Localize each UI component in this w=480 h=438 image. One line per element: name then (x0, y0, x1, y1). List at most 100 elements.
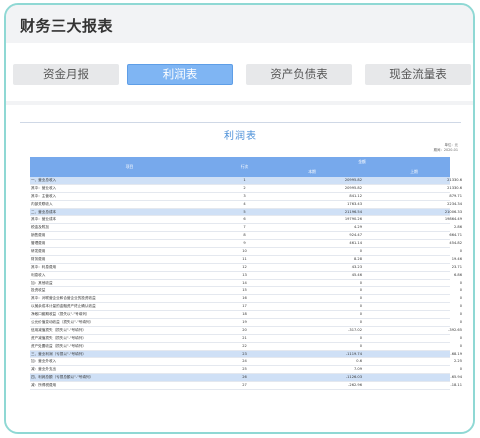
row-item-name: 投资收益 (31, 288, 46, 293)
row-item-name: 一、营业总收入 (31, 178, 57, 182)
row-item-name: 减：所得税费用 (31, 383, 57, 388)
table-row: 加：营业外收入 24 0.6 2.25 (30, 358, 462, 367)
title-bar: 财务三大报表 (6, 5, 473, 39)
tab-cash-flow[interactable]: 现金流量表 (365, 64, 471, 85)
table-row: 研发费用 10 0 0 (30, 248, 462, 256)
row-previous-amount: 2.86 (453, 225, 462, 230)
row-line-no: 5 (243, 209, 246, 214)
tab-balance-sheet[interactable]: 资产负债表 (246, 64, 352, 85)
row-previous-amount: 454.82 (449, 241, 462, 246)
table-row: 其中：营业成本 6 19790.26 19864.49 (30, 216, 462, 225)
row-current-amount: 19790.26 (344, 217, 362, 222)
row-line-no: 27 (242, 383, 247, 388)
row-line-no: 20 (242, 327, 247, 332)
header-previous: 上期 (410, 169, 418, 174)
row-line-no: 8 (243, 233, 246, 238)
row-line-no: 10 (242, 249, 247, 254)
row-item-name: 以摊余成本计量的金融资产终止确认收益 (31, 304, 96, 309)
row-current-amount: 0.6 (356, 359, 362, 364)
row-previous-amount: -392.65 (448, 327, 462, 332)
row-item-name: 利息收入 (31, 272, 46, 277)
row-item-name: 三、营业利润（亏损以"-"号填列） (31, 351, 86, 356)
report-tabs: 资金月报 利润表 资产负债表 现金流量表 (6, 43, 473, 101)
row-previous-amount: -68.19 (450, 351, 462, 356)
table-header: 项目 行次 金额 本期 上期 (30, 157, 450, 177)
row-previous-amount: 0 (459, 312, 462, 317)
row-item-name: 其中：主营收入 (31, 193, 57, 198)
report-title: 利润表 (224, 131, 257, 142)
row-line-no: 15 (242, 288, 247, 293)
table-row: 其中：营业收入 2 20995.82 21330.6 (30, 184, 462, 193)
tab-fund-monthly[interactable]: 资金月报 (13, 64, 119, 85)
row-line-no: 4 (243, 201, 246, 206)
row-current-amount: 7.09 (353, 367, 362, 372)
row-line-no: 9 (243, 241, 246, 246)
table-row: 其中：对联营企业和合营企业的投资收益 16 0 0 (30, 295, 462, 304)
row-line-no: 17 (242, 304, 247, 309)
tab-income-statement[interactable]: 利润表 (127, 64, 233, 85)
row-line-no: 23 (242, 351, 247, 356)
row-line-no: 13 (242, 272, 247, 277)
row-line-no: 2 (243, 185, 246, 190)
row-previous-amount: 0 (459, 249, 462, 254)
row-current-amount: -1119.74 (345, 351, 362, 356)
row-item-name: 四、利润总额（亏损总额以"-"号填列） (31, 375, 94, 380)
row-current-amount: 8.28 (353, 256, 362, 261)
row-previous-amount: 21006.33 (444, 209, 462, 214)
row-current-amount: 0 (359, 320, 362, 325)
table-row: 资产处置收益（损失以"-"号填列） 22 0 0 (30, 342, 462, 351)
header-current: 本期 (308, 169, 316, 174)
row-current-amount: -1126.03 (345, 375, 362, 380)
row-current-amount: 841.12 (349, 193, 362, 198)
row-previous-amount: -18.11 (450, 383, 462, 388)
row-line-no: 26 (242, 375, 247, 380)
table-row: 投资收益 15 0 0 (30, 287, 462, 296)
row-previous-amount: 0 (459, 296, 462, 301)
row-previous-amount: -65.94 (450, 375, 462, 380)
table-row: 管理费用 9 461.14 454.82 (30, 240, 462, 249)
row-line-no: 14 (242, 280, 247, 285)
row-previous-amount: 6.86 (453, 272, 462, 277)
table-row: 其中：利息费用 12 43.23 23.71 (30, 263, 462, 272)
row-item-name: 减：营业外支出 (31, 367, 57, 372)
row-item-name: 内部关联收入 (31, 201, 53, 206)
table-row: 二、营业总成本 5 21196.54 21006.33 (30, 208, 462, 217)
header-amount: 金额 (358, 159, 366, 164)
row-current-amount: 4.29 (353, 225, 362, 230)
row-line-no: 18 (242, 312, 247, 317)
table-row: 减：所得税费用 27 -262.96 -18.11 (30, 382, 462, 391)
row-current-amount: -317.02 (348, 327, 362, 332)
table-row: 公允价值变动收益（损失以"-"号填列） 19 0 0 (30, 319, 462, 327)
header-item: 项目 (125, 164, 134, 169)
row-previous-amount: 0 (459, 335, 462, 340)
row-current-amount: 45.46 (351, 272, 362, 277)
row-current-amount: 0 (359, 304, 362, 309)
table-row: 税金及附加 7 4.29 2.86 (30, 224, 462, 233)
table-row: 信用减值损失（损失以"-"号填列） 20 -317.02 -392.65 (30, 326, 462, 335)
row-item-name: 公允价值变动收益（损失以"-"号填列） (31, 320, 94, 325)
table-row: 一、营业总收入 1 20995.82 21330.6 (30, 177, 462, 185)
app-window: 财务三大报表 资金月报 利润表 资产负债表 现金流量表 利润表 单位：元 期间：… (4, 3, 475, 434)
table-row: 净敞口套期收益（损失以"-"号填列） 18 0 0 (30, 311, 462, 320)
row-current-amount: 1763.43 (347, 201, 362, 206)
table-row: 资产减值损失（损失以"-"号填列） 21 0 0 (30, 334, 462, 343)
row-item-name: 研发费用 (31, 249, 46, 254)
row-item-name: 加：其他收益 (31, 280, 53, 285)
row-line-no: 22 (242, 343, 247, 348)
row-previous-amount: 0 (459, 288, 462, 293)
row-line-no: 6 (243, 217, 246, 222)
row-item-name: 其中：对联营企业和合营企业的投资收益 (31, 296, 96, 301)
table-row: 四、利润总额（亏损总额以"-"号填列） 26 -1126.03 -65.94 (30, 374, 462, 383)
table-row: 三、营业利润（亏损以"-"号填列） 23 -1119.74 -68.19 (30, 350, 462, 359)
row-item-name: 其中：利息费用 (31, 264, 57, 269)
row-item-name: 二、营业总成本 (31, 209, 57, 214)
row-previous-amount: 879.71 (449, 193, 462, 198)
row-current-amount: 20995.82 (344, 178, 362, 182)
row-current-amount: -262.96 (348, 383, 362, 388)
table-row: 减：营业外支出 25 7.09 0 (30, 366, 462, 375)
row-item-name: 财务费用 (31, 256, 46, 261)
row-item-name: 资产减值损失（损失以"-"号填列） (31, 335, 86, 340)
header-line-no: 行次 (240, 164, 249, 169)
row-line-no: 25 (242, 367, 247, 372)
row-current-amount: 0 (359, 335, 362, 340)
